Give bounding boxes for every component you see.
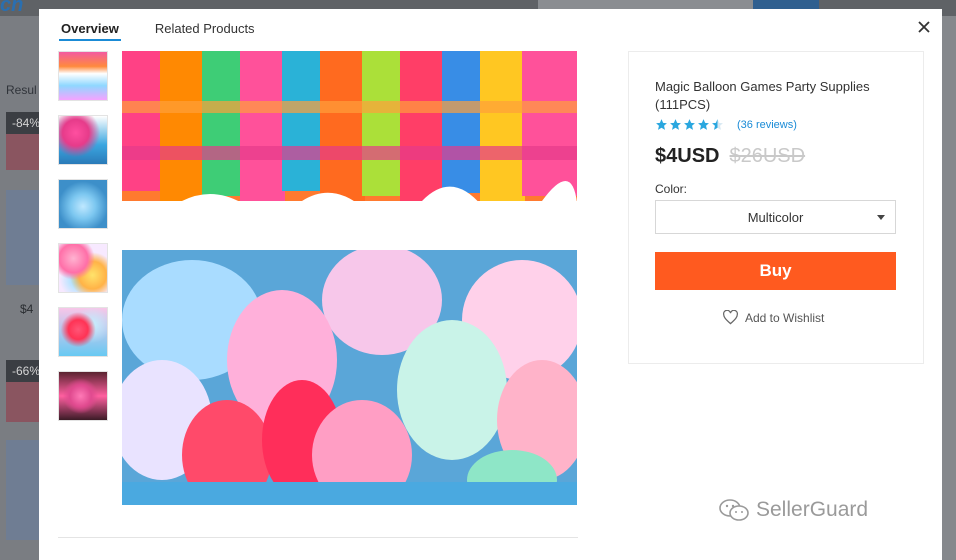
product-title: Magic Balloon Games Party Supplies (111P… xyxy=(655,79,870,112)
product-info-panel: Magic Balloon Games Party Supplies (111P… xyxy=(628,51,924,364)
star-icon xyxy=(698,119,709,130)
rating-row: (36 reviews) xyxy=(655,118,797,131)
wechat-icon xyxy=(719,499,749,521)
thumbnail[interactable] xyxy=(58,115,108,165)
thumbnail-image xyxy=(59,116,107,164)
background-product-tile xyxy=(6,134,40,170)
background-discount-badge: -66% xyxy=(6,360,40,382)
thumbnail-image xyxy=(59,308,107,356)
watermark: SellerGuard xyxy=(718,498,868,522)
water-balloons-image xyxy=(122,250,577,505)
background-product-tile xyxy=(6,440,40,540)
background-product-tile xyxy=(6,190,40,285)
background-discount-badge: -84% xyxy=(6,112,40,134)
chevron-down-icon xyxy=(877,215,885,220)
star-icon xyxy=(656,119,667,130)
thumbnail-image xyxy=(59,244,107,292)
background-price: $4 xyxy=(20,302,34,316)
color-label: Color: xyxy=(655,182,688,196)
close-icon xyxy=(918,21,930,33)
thumbnail-image xyxy=(59,372,107,420)
star-icon xyxy=(684,119,695,130)
color-select[interactable]: Multicolor xyxy=(655,200,896,234)
background-logo: ch xyxy=(0,0,24,16)
thumbnail[interactable] xyxy=(58,179,108,229)
thumbnail[interactable] xyxy=(58,243,108,293)
price-row: $4USD $26USD xyxy=(655,145,805,168)
thumbnail-image xyxy=(59,52,107,100)
add-to-wishlist-button[interactable]: Add to Wishlist xyxy=(722,310,824,325)
reviews-link[interactable]: (36 reviews) xyxy=(737,119,797,131)
thumbnail-list xyxy=(58,51,110,435)
product-image-bundles xyxy=(122,51,577,221)
background-product-tile xyxy=(6,382,40,422)
star-icon xyxy=(670,119,681,130)
watermark-text: SellerGuard xyxy=(756,498,869,521)
section-divider xyxy=(58,537,578,538)
current-price: $4USD xyxy=(655,145,720,167)
tab-overview[interactable]: Overview xyxy=(59,19,121,41)
wishlist-label: Add to Wishlist xyxy=(745,310,825,325)
tab-related-products[interactable]: Related Products xyxy=(153,19,257,41)
background-scroll-area xyxy=(942,16,956,560)
original-price: $26USD xyxy=(729,145,806,167)
thumbnail[interactable] xyxy=(58,307,108,357)
product-image-water-balloons xyxy=(122,250,577,505)
thumbnail-image xyxy=(59,180,107,228)
modal-tabs: Overview Related Products xyxy=(59,19,289,51)
quick-view-modal: Overview Related Products Magic Balloon … xyxy=(39,9,942,560)
buy-button[interactable]: Buy xyxy=(655,252,896,290)
color-select-value: Multicolor xyxy=(747,209,804,225)
balloon-bundles-image xyxy=(122,51,577,221)
heart-icon xyxy=(723,310,738,325)
thumbnail[interactable] xyxy=(58,371,108,421)
thumbnail[interactable] xyxy=(58,51,108,101)
half-star-icon xyxy=(712,119,723,130)
close-button[interactable] xyxy=(916,19,932,35)
background-results-label: Resul xyxy=(6,83,37,97)
